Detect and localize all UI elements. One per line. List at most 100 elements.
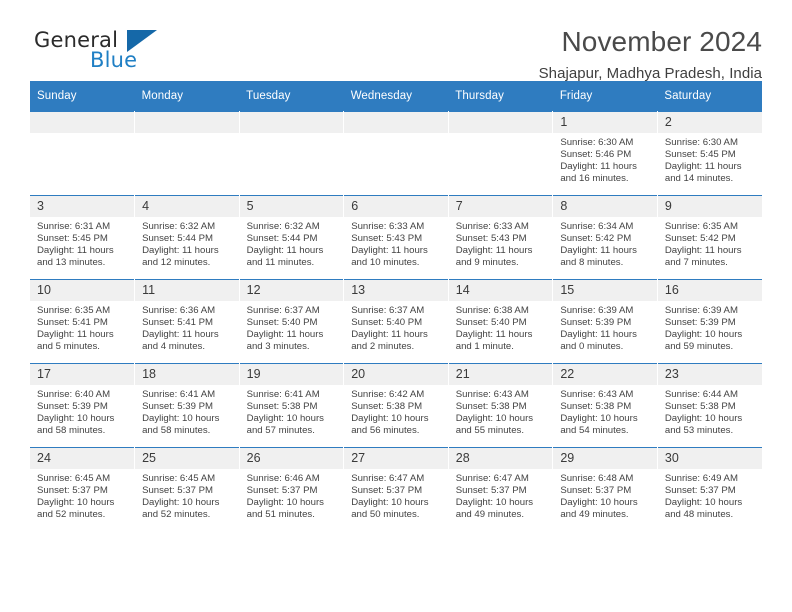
calendar-day-cell[interactable]: 13 Sunrise: 6:37 AM Sunset: 5:40 PM Dayligh… — [343, 279, 449, 364]
daylight-text: Daylight: 11 hours and 4 minutes. — [142, 329, 219, 353]
calendar-day-cell[interactable]: 12 Sunrise: 6:37 AM Sunset: 5:40 PM Dayligh… — [239, 279, 345, 364]
sunset-text: Sunset: 5:37 PM — [351, 485, 423, 497]
day-number — [448, 112, 553, 133]
calendar-day-cell[interactable]: 5 Sunrise: 6:32 AM Sunset: 5:44 PM Daylight… — [239, 195, 345, 280]
calendar-day-cell[interactable]: 15 Sunrise: 6:39 AM Sunset: 5:39 PM Dayligh… — [552, 279, 658, 364]
daylight-text: Daylight: 11 hours and 10 minutes. — [351, 245, 428, 269]
calendar-day-cell[interactable]: 25 Sunrise: 6:45 AM Sunset: 5:37 PM Dayligh… — [134, 447, 240, 531]
day-number: 4 — [135, 196, 239, 217]
calendar-day-cell[interactable]: 11 Sunrise: 6:36 AM Sunset: 5:41 PM Dayligh… — [134, 279, 240, 364]
calendar-day-cell[interactable]: 14 Sunrise: 6:38 AM Sunset: 5:40 PM Dayligh… — [448, 279, 554, 364]
calendar-day-cell[interactable]: 3 Sunrise: 6:31 AM Sunset: 5:45 PM Daylight… — [30, 195, 136, 280]
sunset-text: Sunset: 5:39 PM — [560, 317, 632, 329]
calendar-day-cell[interactable]: 2 Sunrise: 6:30 AM Sunset: 5:45 PM Daylight… — [657, 111, 762, 196]
calendar-day-cell[interactable]: 28 Sunrise: 6:47 AM Sunset: 5:37 PM Dayligh… — [448, 447, 554, 531]
day-details: Sunrise: 6:33 AM Sunset: 5:43 PM Daylight:… — [449, 217, 553, 269]
sunset-text: Sunset: 5:40 PM — [351, 317, 423, 329]
day-number: 26 — [239, 448, 344, 469]
sunrise-text: Sunrise: 6:41 AM — [142, 389, 216, 400]
calendar-day-cell[interactable]: 1 Sunrise: 6:30 AM Sunset: 5:46 PM Daylight… — [552, 111, 658, 196]
daylight-text: Daylight: 10 hours and 51 minutes. — [246, 497, 324, 521]
day-number: 12 — [239, 280, 344, 301]
daylight-text: Daylight: 11 hours and 12 minutes. — [142, 245, 219, 269]
weekday-header-sunday: Sunday — [30, 81, 135, 112]
calendar-day-cell[interactable]: 20 Sunrise: 6:42 AM Sunset: 5:38 PM Dayligh… — [343, 363, 449, 448]
sunrise-text: Sunrise: 6:37 AM — [246, 305, 320, 316]
sunset-text: Sunset: 5:44 PM — [246, 233, 318, 245]
day-number: 3 — [30, 196, 135, 217]
calendar-day-cell[interactable]: 27 Sunrise: 6:47 AM Sunset: 5:37 PM Dayligh… — [343, 447, 449, 531]
sunrise-text: Sunrise: 6:43 AM — [560, 389, 634, 400]
sunset-text: Sunset: 5:37 PM — [560, 485, 632, 497]
day-details: Sunrise: 6:49 AM Sunset: 5:37 PM Daylight:… — [658, 469, 762, 521]
calendar-day-cell[interactable]: 7 Sunrise: 6:33 AM Sunset: 5:43 PM Daylight… — [448, 195, 554, 280]
calendar-day-cell[interactable]: 6 Sunrise: 6:33 AM Sunset: 5:43 PM Daylight… — [343, 195, 449, 280]
day-number: 2 — [657, 112, 762, 133]
calendar-day-cell[interactable]: 26 Sunrise: 6:46 AM Sunset: 5:37 PM Dayligh… — [239, 447, 345, 531]
day-details: Sunrise: 6:37 AM Sunset: 5:40 PM Daylight:… — [344, 301, 448, 353]
day-number: 8 — [553, 196, 657, 217]
calendar-day-cell[interactable]: 22 Sunrise: 6:43 AM Sunset: 5:38 PM Dayligh… — [552, 363, 658, 448]
logo-text-blue: Blue — [90, 48, 138, 72]
day-number: 18 — [135, 364, 239, 385]
sunrise-text: Sunrise: 6:45 AM — [37, 473, 111, 484]
day-number: 9 — [657, 196, 762, 217]
day-details: Sunrise: 6:43 AM Sunset: 5:38 PM Daylight:… — [553, 385, 657, 437]
day-number — [135, 112, 239, 133]
day-number: 20 — [344, 364, 448, 385]
weekday-header-tuesday: Tuesday — [239, 81, 344, 112]
calendar-day-cell[interactable]: 21 Sunrise: 6:43 AM Sunset: 5:38 PM Dayligh… — [448, 363, 554, 448]
calendar-day-cell[interactable]: 9 Sunrise: 6:35 AM Sunset: 5:42 PM Daylight… — [657, 195, 762, 280]
sunrise-text: Sunrise: 6:33 AM — [455, 221, 529, 232]
calendar-day-cell[interactable]: 29 Sunrise: 6:48 AM Sunset: 5:37 PM Dayligh… — [552, 447, 658, 531]
sunset-text: Sunset: 5:37 PM — [142, 485, 213, 497]
day-details: Sunrise: 6:30 AM Sunset: 5:46 PM Daylight:… — [553, 133, 657, 185]
sunset-text: Sunset: 5:46 PM — [560, 149, 632, 161]
daylight-text: Daylight: 11 hours and 16 minutes. — [560, 161, 637, 185]
sunrise-text: Sunrise: 6:34 AM — [560, 221, 634, 232]
calendar-day-cell[interactable]: 17 Sunrise: 6:40 AM Sunset: 5:39 PM Dayligh… — [30, 363, 136, 448]
daylight-text: Daylight: 11 hours and 1 minute. — [455, 329, 533, 353]
sunset-text: Sunset: 5:42 PM — [560, 233, 632, 245]
day-number: 25 — [135, 448, 239, 469]
calendar-day-cell[interactable]: 19 Sunrise: 6:41 AM Sunset: 5:38 PM Dayligh… — [239, 363, 345, 448]
calendar-day-cell[interactable]: 16 Sunrise: 6:39 AM Sunset: 5:39 PM Dayligh… — [657, 279, 762, 364]
calendar-day-cell[interactable]: 23 Sunrise: 6:44 AM Sunset: 5:38 PM Dayligh… — [657, 363, 762, 448]
sunrise-text: Sunrise: 6:46 AM — [246, 473, 320, 484]
day-number: 6 — [344, 196, 448, 217]
day-details: Sunrise: 6:39 AM Sunset: 5:39 PM Daylight:… — [658, 301, 762, 353]
daylight-text: Daylight: 11 hours and 13 minutes. — [37, 245, 114, 269]
sunrise-text: Sunrise: 6:43 AM — [455, 389, 529, 400]
calendar-day-cell[interactable]: 10 Sunrise: 6:35 AM Sunset: 5:41 PM Dayligh… — [30, 279, 136, 364]
day-number: 16 — [657, 280, 762, 301]
daylight-text: Daylight: 11 hours and 2 minutes. — [351, 329, 428, 353]
calendar-table: Sunday Monday Tuesday Wednesday Thursday… — [30, 81, 762, 531]
day-number: 11 — [135, 280, 239, 301]
general-blue-logo[interactable]: General Blue — [30, 26, 230, 80]
daylight-text: Daylight: 10 hours and 58 minutes. — [37, 413, 115, 437]
calendar-day-cell[interactable]: 18 Sunrise: 6:41 AM Sunset: 5:39 PM Dayligh… — [134, 363, 240, 448]
daylight-text: Daylight: 10 hours and 59 minutes. — [664, 329, 743, 353]
calendar-day-cell[interactable]: 30 Sunrise: 6:49 AM Sunset: 5:37 PM Dayligh… — [657, 447, 762, 531]
sunrise-text: Sunrise: 6:30 AM — [664, 137, 738, 148]
sunrise-text: Sunrise: 6:47 AM — [351, 473, 425, 484]
day-details: Sunrise: 6:45 AM Sunset: 5:37 PM Daylight:… — [135, 469, 239, 521]
calendar-cell-empty — [239, 111, 345, 196]
daylight-text: Daylight: 10 hours and 55 minutes. — [455, 413, 534, 437]
day-number — [239, 112, 344, 133]
daylight-text: Daylight: 11 hours and 9 minutes. — [455, 245, 533, 269]
calendar-day-cell[interactable]: 4 Sunrise: 6:32 AM Sunset: 5:44 PM Daylight… — [134, 195, 240, 280]
day-number: 29 — [553, 448, 657, 469]
sunrise-text: Sunrise: 6:49 AM — [664, 473, 738, 484]
sunrise-text: Sunrise: 6:37 AM — [351, 305, 425, 316]
day-number: 28 — [448, 448, 553, 469]
sunset-text: Sunset: 5:44 PM — [142, 233, 213, 245]
sunset-text: Sunset: 5:45 PM — [37, 233, 108, 245]
calendar-day-cell[interactable]: 8 Sunrise: 6:34 AM Sunset: 5:42 PM Daylight… — [552, 195, 658, 280]
sunset-text: Sunset: 5:40 PM — [246, 317, 318, 329]
day-number: 21 — [448, 364, 553, 385]
weekday-header-saturday: Saturday — [657, 81, 762, 112]
calendar-day-cell[interactable]: 24 Sunrise: 6:45 AM Sunset: 5:37 PM Dayligh… — [30, 447, 136, 531]
day-number: 7 — [448, 196, 553, 217]
sunset-text: Sunset: 5:39 PM — [664, 317, 736, 329]
